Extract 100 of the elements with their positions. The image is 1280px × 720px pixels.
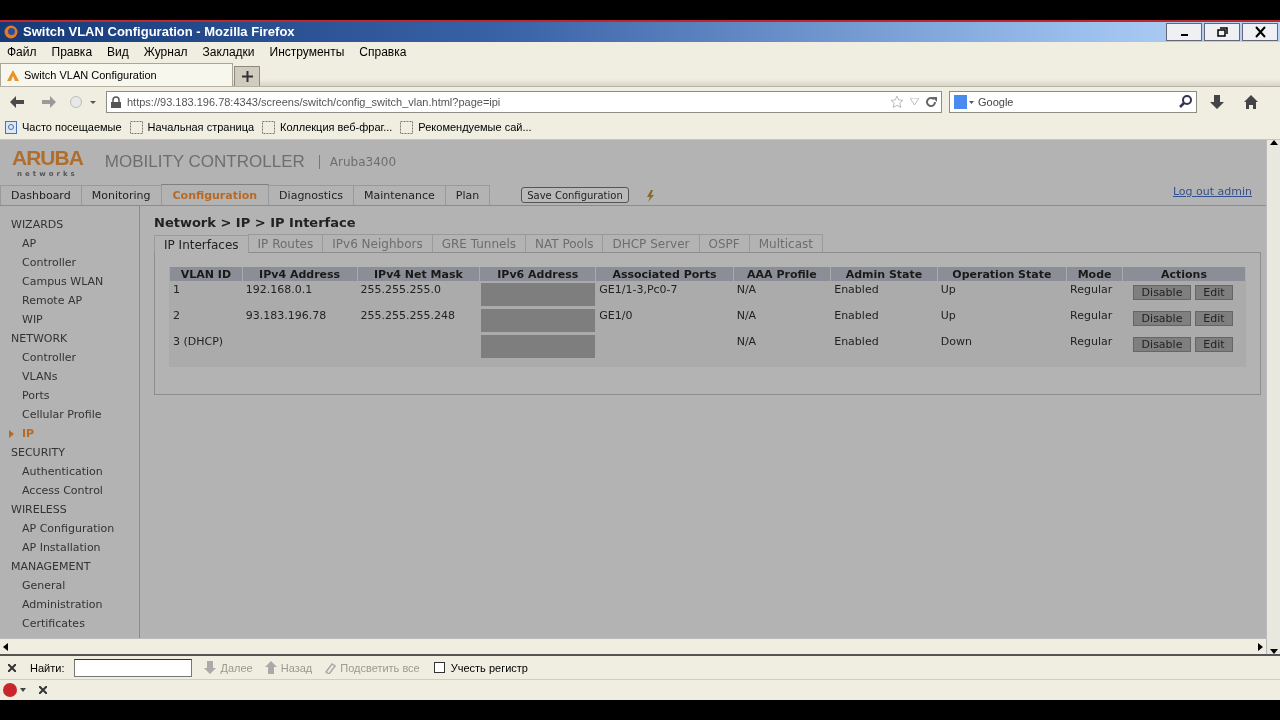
new-tab-button[interactable]	[234, 66, 260, 87]
sidebar-item[interactable]: AP Configuration	[0, 519, 139, 539]
sidebar-item[interactable]: AP Installation	[0, 538, 139, 558]
nav-tab[interactable]: Dashboard	[0, 185, 82, 206]
ad-blocker-icon[interactable]	[3, 683, 27, 698]
up-arrow-icon	[264, 661, 277, 675]
minimize-button[interactable]	[1166, 22, 1202, 41]
nav-tab[interactable]: Plan	[444, 185, 491, 206]
sidebar-item[interactable]: AP	[0, 234, 139, 254]
download-arrow-icon[interactable]	[1210, 94, 1224, 109]
product-name: MOBILITY CONTROLLER	[104, 152, 305, 173]
bookmark-page-icon	[5, 120, 17, 134]
window-title: Switch VLAN Configuration - Mozilla Firefox	[23, 24, 295, 40]
scroll-left-icon[interactable]	[3, 642, 8, 651]
save-configuration-button[interactable]: Save Configuration	[521, 187, 629, 204]
close-icon[interactable]	[8, 663, 16, 672]
address-bar[interactable]: https://93.183.196.78:4343/screens/switch/config_switch_vlan.html?page=ipi	[106, 90, 942, 113]
bookmark-item[interactable]: Коллекция веб-фраг...	[262, 120, 393, 134]
sidebar-heading: MANAGEMENT	[10, 559, 92, 576]
ipv6-address-field[interactable]	[481, 309, 596, 333]
restore-button[interactable]	[1204, 22, 1240, 41]
sidebar-heading: WIRELESS	[10, 502, 68, 519]
reload-icon[interactable]	[925, 95, 937, 108]
plus-icon	[241, 71, 253, 83]
checkbox-label: Учесть регистр	[450, 661, 528, 674]
disable-button[interactable]: Disable	[1133, 337, 1191, 353]
bookmark-item[interactable]: Рекомендуемые сай...	[400, 120, 532, 134]
ipv6-address-field[interactable]	[481, 335, 596, 359]
column-header: Associated Ports	[596, 267, 733, 282]
browser-tab[interactable]: Switch VLAN Configuration	[0, 63, 233, 87]
match-case-checkbox[interactable]	[433, 662, 445, 674]
column-header: Actions	[1123, 267, 1245, 282]
breadcrumb: Network > IP > IP Interface	[154, 215, 357, 233]
sidebar-heading: WIZARDS	[10, 217, 65, 234]
sidebar-item[interactable]: Controller	[0, 348, 139, 368]
sidebar-item[interactable]: Cellular Profile	[0, 405, 139, 425]
search-box[interactable]: Google	[949, 90, 1197, 113]
sidebar-item[interactable]: General	[0, 576, 139, 596]
blank-page-icon	[400, 120, 414, 134]
highlighter-icon	[324, 661, 337, 674]
home-icon[interactable]	[1244, 94, 1258, 109]
column-header: IPv4 Net Mask	[357, 267, 480, 282]
sidebar-item[interactable]: Access Control	[0, 481, 139, 501]
blank-page-icon	[262, 120, 276, 134]
edit-button[interactable]: Edit	[1195, 285, 1233, 301]
column-header: IPv6 Address	[480, 267, 596, 282]
sidebar-item[interactable]: Authentication	[0, 462, 139, 482]
logo-text: ARUBA	[12, 146, 83, 170]
menu-item[interactable]: Журнал	[143, 44, 188, 59]
restore-icon	[1215, 25, 1229, 38]
find-field[interactable]	[74, 658, 193, 677]
back-arrow-icon[interactable]	[10, 95, 24, 108]
disable-button[interactable]: Disable	[1133, 285, 1191, 301]
close-icon	[1253, 25, 1267, 38]
horizontal-scrollbar[interactable]	[0, 638, 1266, 655]
column-header: VLAN ID	[170, 267, 242, 282]
sidebar-item[interactable]: VLANs	[0, 367, 139, 387]
sidebar-heading: NETWORK	[10, 331, 69, 348]
section-tab[interactable]: IP Interfaces	[154, 235, 249, 254]
close-button[interactable]	[1242, 22, 1278, 41]
column-header: Operation State	[937, 267, 1067, 282]
bookmark-item[interactable]: Начальная страница	[129, 120, 255, 134]
menu-item[interactable]: Правка	[51, 44, 93, 59]
disable-button[interactable]: Disable	[1133, 311, 1191, 327]
close-icon[interactable]	[39, 686, 47, 695]
bookmark-item[interactable]: Часто посещаемые	[5, 120, 122, 134]
scroll-up-icon[interactable]	[1269, 140, 1278, 146]
search-icon[interactable]	[1179, 95, 1192, 109]
column-header: IPv4 Address	[242, 267, 357, 282]
menu-item[interactable]: Файл	[7, 44, 37, 59]
ipv6-address-field[interactable]	[481, 283, 596, 307]
edit-button[interactable]: Edit	[1195, 311, 1233, 327]
sidebar-heading: SECURITY	[10, 445, 66, 462]
column-header: Mode	[1067, 267, 1122, 282]
site-logo-icon	[6, 69, 20, 82]
bookmark-star-icon[interactable]	[890, 94, 904, 109]
column-header: AAA Profile	[733, 267, 831, 282]
sidebar-item[interactable]: Campus WLAN	[0, 272, 139, 292]
logout-link[interactable]: Log out admin	[1172, 185, 1252, 199]
vertical-scrollbar[interactable]	[1266, 140, 1280, 655]
menu-item[interactable]: Вид	[107, 44, 129, 59]
browser-logo-icon	[4, 24, 18, 39]
menu-item[interactable]: Закладки	[202, 44, 255, 59]
menu-item[interactable]: Справка	[359, 44, 407, 59]
sidebar-item[interactable]: Remote AP	[0, 291, 139, 311]
edit-button[interactable]: Edit	[1195, 337, 1233, 353]
sidebar-item[interactable]: Certificates	[0, 614, 139, 634]
find-label: Найти:	[30, 661, 65, 674]
menu-item[interactable]: Инструменты	[269, 44, 345, 59]
lock-icon	[111, 95, 121, 108]
scroll-right-icon[interactable]	[1258, 642, 1263, 651]
sidebar-item[interactable]: Controller	[0, 253, 139, 273]
sidebar-item[interactable]: Ports	[0, 386, 139, 406]
sidebar-item[interactable]: Administration	[0, 595, 139, 615]
chevron-right-icon	[9, 430, 14, 439]
blank-page-icon	[129, 120, 143, 134]
down-arrow-icon	[204, 661, 217, 675]
device-name: Aruba3400	[329, 155, 397, 170]
search-engine-icon[interactable]	[954, 94, 974, 109]
sidebar-item[interactable]: WIP	[0, 310, 139, 330]
